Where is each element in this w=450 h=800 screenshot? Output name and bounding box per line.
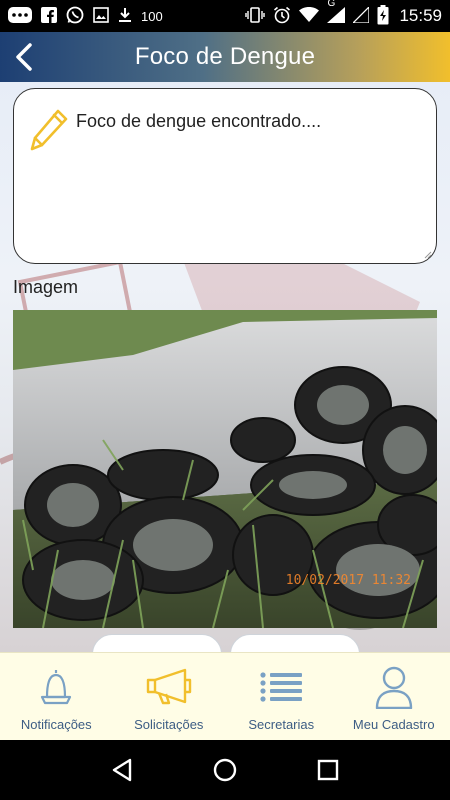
system-navigation-bar: [0, 740, 450, 800]
back-button[interactable]: [6, 39, 42, 75]
download-icon: [118, 7, 132, 25]
nav-item-meu-cadastro[interactable]: Meu Cadastro: [338, 653, 450, 740]
nav-label: Solicitações: [134, 717, 204, 732]
app-bar: Foco de Dengue: [0, 32, 450, 82]
system-home-button[interactable]: [207, 752, 243, 788]
image-icon: [93, 7, 109, 25]
description-input[interactable]: Foco de dengue encontrado....: [76, 111, 418, 153]
system-recents-button[interactable]: [310, 752, 346, 788]
nav-label: Notificações: [20, 717, 92, 732]
description-box: Foco de dengue encontrado....: [13, 88, 437, 264]
status-bar-notifications: 100: [8, 6, 163, 26]
nav-label: Secretarias: [248, 717, 315, 732]
network-label: G: [327, 0, 336, 9]
photo-timestamp: 10/02/2017 11:32: [285, 573, 411, 588]
photo-action-button-right[interactable]: [230, 634, 360, 652]
alarm-icon: [273, 6, 291, 26]
system-back-button[interactable]: [104, 752, 140, 788]
vibrate-icon: [245, 7, 266, 25]
report-form: Foco de dengue encontrado.... Imagem 10/…: [0, 82, 450, 652]
image-label: Imagem: [13, 277, 79, 297]
bell-icon: [32, 665, 80, 709]
bottom-navigation: Notificações Solicitações Secretarias Me…: [0, 652, 450, 740]
status-bar-system: G 15:59: [245, 0, 442, 27]
clock: 15:59: [399, 6, 442, 25]
triangle-back-icon: [112, 758, 131, 782]
nav-item-notificacoes[interactable]: Notificações: [0, 653, 113, 740]
resize-grip-icon[interactable]: [424, 251, 432, 259]
nav-item-secretarias[interactable]: Secretarias: [225, 653, 338, 740]
whatsapp-icon: [66, 6, 84, 26]
list-icon: [257, 665, 305, 709]
signal-icon: G: [327, 0, 346, 25]
megaphone-icon: [145, 665, 193, 709]
square-recents-icon: [318, 759, 339, 781]
more-icon: [8, 7, 32, 25]
nav-label: Meu Cadastro: [352, 717, 435, 732]
notification-count: 100: [141, 8, 163, 24]
battery-charging-icon: [377, 5, 389, 27]
pencil-icon: [30, 109, 68, 151]
signal-empty-icon: [351, 5, 371, 25]
wifi-icon: [299, 7, 320, 25]
user-icon: [370, 665, 418, 709]
chevron-left-icon: [16, 43, 32, 71]
status-bar: 100 G 15:59: [0, 0, 450, 32]
uploaded-photo[interactable]: 10/02/2017 11:32: [13, 310, 437, 628]
circle-home-icon: [213, 758, 237, 782]
page-title: Foco de Dengue: [134, 43, 316, 70]
facebook-icon: [41, 7, 57, 25]
photo-action-button-left[interactable]: [92, 634, 222, 652]
nav-item-solicitacoes[interactable]: Solicitações: [113, 653, 226, 740]
